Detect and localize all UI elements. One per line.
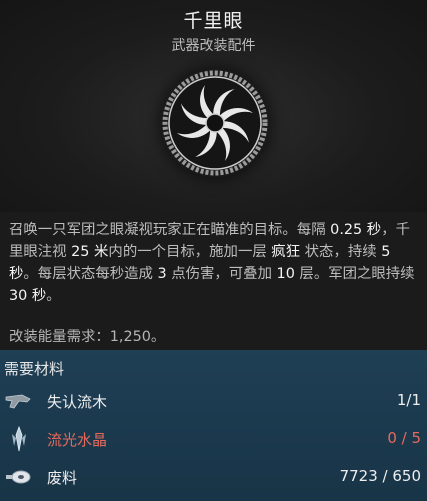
description-text: 召唤一只军团之眼凝视玩家正在瞄准的目标。每隔 — [9, 222, 331, 238]
description-highlight: 3 — [157, 266, 167, 282]
material-count: 1/1 — [396, 391, 421, 409]
description-text: 。每层状态每秒造成 — [23, 266, 158, 282]
description-highlight: 30 秒 — [9, 288, 47, 304]
scrap-icon — [4, 464, 34, 490]
driftwood-icon — [4, 388, 34, 414]
crystal-icon — [4, 425, 34, 452]
item-category: 武器改装配件 — [171, 38, 256, 54]
materials-title: 需要材料 — [4, 360, 65, 378]
material-count: 0 / 5 — [387, 429, 421, 447]
material-name: 失认流木 — [47, 393, 108, 411]
item-title: 千里眼 — [183, 10, 244, 32]
description-highlight: 10 — [276, 266, 295, 282]
material-count: 7723 / 650 — [339, 467, 421, 485]
material-name: 流光水晶 — [47, 431, 108, 449]
material-row-crystal: 流光水晶 0 / 5 — [0, 422, 427, 456]
item-description: 召唤一只军团之眼凝视玩家正在瞄准的目标。每隔 0.25 秒，千里眼注视 25 米… — [9, 219, 421, 307]
description-text: 层。军团之眼持续 — [294, 266, 415, 282]
swirl-emblem-icon — [161, 69, 269, 177]
material-name: 废料 — [47, 469, 78, 487]
material-row-scrap: 废料 7723 / 650 — [0, 460, 427, 494]
description-text: 状态，持续 — [300, 244, 382, 260]
energy-requirement: 改装能量需求：1,250。 — [9, 329, 166, 345]
description-highlight: 25 米 — [71, 244, 109, 260]
description-text: 。 — [46, 288, 61, 304]
description-text: 内的一个目标，施加一层 — [108, 244, 272, 260]
item-tooltip-card: 千里眼 武器改装配件 召唤一只军团之眼凝视玩家正在瞄准的目标。每隔 0.25 秒… — [0, 0, 427, 501]
description-text: 点伤害，可叠加 — [166, 266, 277, 282]
description-highlight: 0.25 秒 — [330, 222, 382, 238]
material-row-driftwood: 失认流木 1/1 — [0, 384, 427, 418]
description-highlight: 疯狂 — [271, 244, 301, 260]
